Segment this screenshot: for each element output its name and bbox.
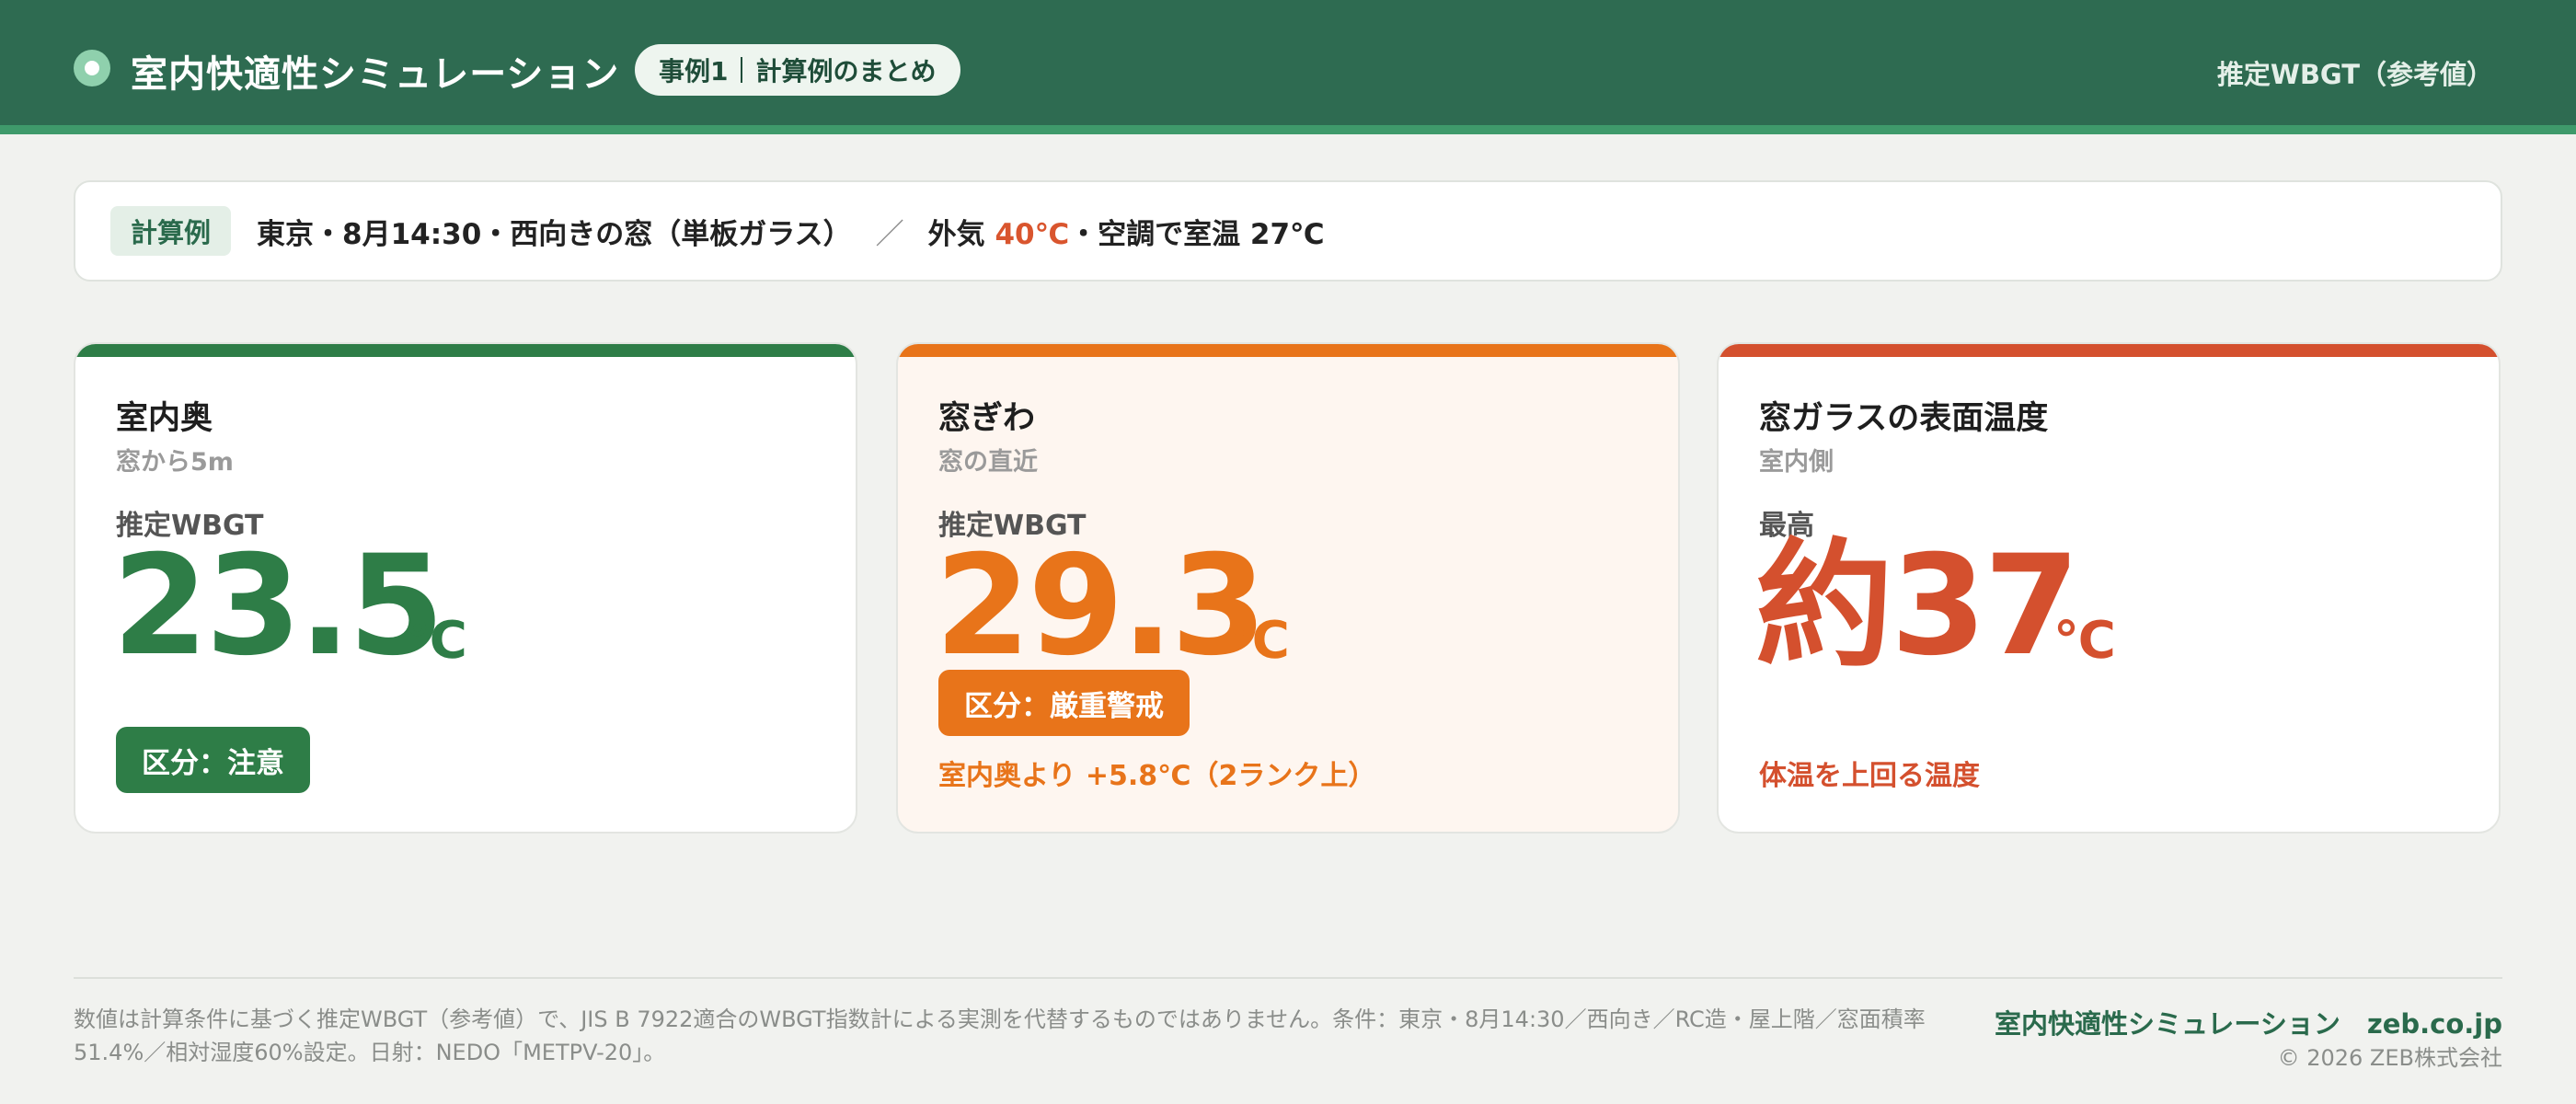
card-category-badge: 区分：注意 (116, 727, 310, 793)
case-pill-number: 事例1 (659, 56, 729, 86)
card-value: 29.3 (935, 526, 1267, 686)
result-card-interior: 室内奥 窓から5m 推定WBGT 23.5 ℃ 区分：注意 (74, 342, 857, 834)
condition-text: 東京・8月14:30・西向きの窓（単板ガラス） ／ 外気 40℃・空調で室温 27℃ (257, 211, 1325, 252)
card-subtitle: 窓から5m (116, 448, 234, 477)
card-title: 窓ぎわ (938, 400, 1036, 437)
condition-tag: 計算例 (110, 206, 232, 256)
condition-bar: 計算例 東京・8月14:30・西向きの窓（単板ガラス） ／ 外気 40℃・空調で室温… (74, 180, 2502, 282)
case-pill-label: 計算例のまとめ (755, 56, 937, 86)
result-card-glass-surface: 窓ガラスの表面温度 室内側 最高 約37 ℃ 体温を上回る温度 (1717, 342, 2501, 834)
card-title: 室内奥 (116, 400, 213, 437)
card-unit: ℃ (2053, 611, 2116, 671)
app-title: 室内快適性シミュレーション (131, 53, 620, 96)
card-subtitle: 室内側 (1759, 448, 1834, 477)
header-metric-label: 推定WBGT（参考値） (2216, 59, 2493, 90)
card-value: 約37 (1755, 526, 2080, 686)
condition-slash: ／ (875, 217, 904, 251)
case-pill: 事例1 計算例のまとめ (635, 44, 960, 96)
result-card-window-side: 窓ぎわ 窓の直近 推定WBGT 29.3 ℃ 区分：厳重警戒 室内奥より +5.… (896, 342, 1680, 834)
footer-copyright: © 2026 ZEB株式会社 (2277, 1045, 2502, 1071)
card-note: 体温を上回る温度 (1759, 760, 1980, 792)
card-accent-bar (75, 344, 856, 357)
pill-divider (741, 57, 743, 83)
card-subtitle: 窓の直近 (938, 448, 1038, 477)
card-accent-bar (1719, 344, 2499, 357)
card-title: 窓ガラスの表面温度 (1759, 400, 2049, 437)
footer-divider (74, 977, 2502, 979)
card-note: 室内奥より +5.8℃（2ランク上） (938, 760, 1376, 792)
card-unit: ℃ (1227, 611, 1290, 671)
condition-outside-label: 外気 (927, 217, 995, 251)
status-dot-icon (74, 50, 110, 86)
condition-location: 東京・8月14:30・西向きの窓（単板ガラス） (257, 217, 852, 251)
card-accent-bar (898, 344, 1678, 357)
status-dot-center (85, 61, 99, 75)
card-category-badge: 区分：厳重警戒 (938, 670, 1190, 736)
condition-room-temp: ・空調で室温 27℃ (1069, 217, 1325, 251)
card-value: 23.5 (112, 526, 444, 686)
card-unit: ℃ (405, 611, 467, 671)
footer-disclaimer: 数値は計算条件に基づく推定WBGT（参考値）で、JIS B 7922適合のWBG… (74, 1006, 1926, 1065)
condition-outside-temp: 40℃ (995, 217, 1070, 251)
footer-brand: 室内快適性シミュレーション zeb.co.jp (1995, 1008, 2502, 1040)
app-header: 室内快適性シミュレーション 事例1 計算例のまとめ 推定WBGT（参考値） (0, 0, 2576, 134)
